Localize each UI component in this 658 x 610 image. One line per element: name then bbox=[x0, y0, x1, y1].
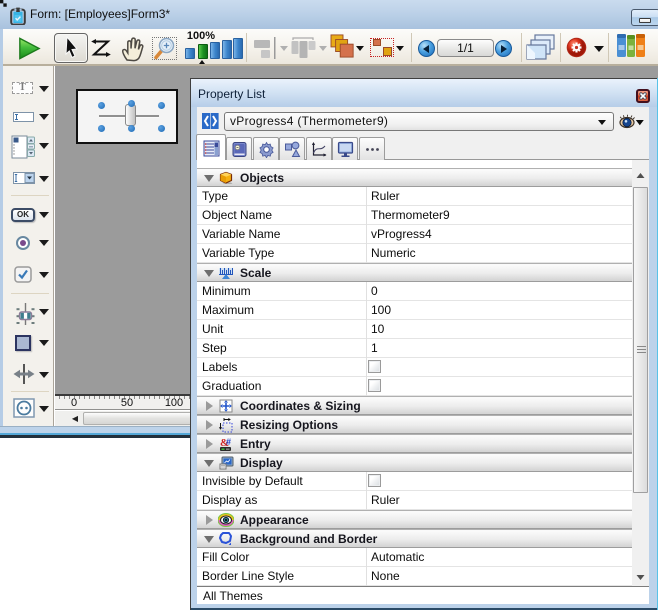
svg-text:#: # bbox=[226, 437, 231, 447]
